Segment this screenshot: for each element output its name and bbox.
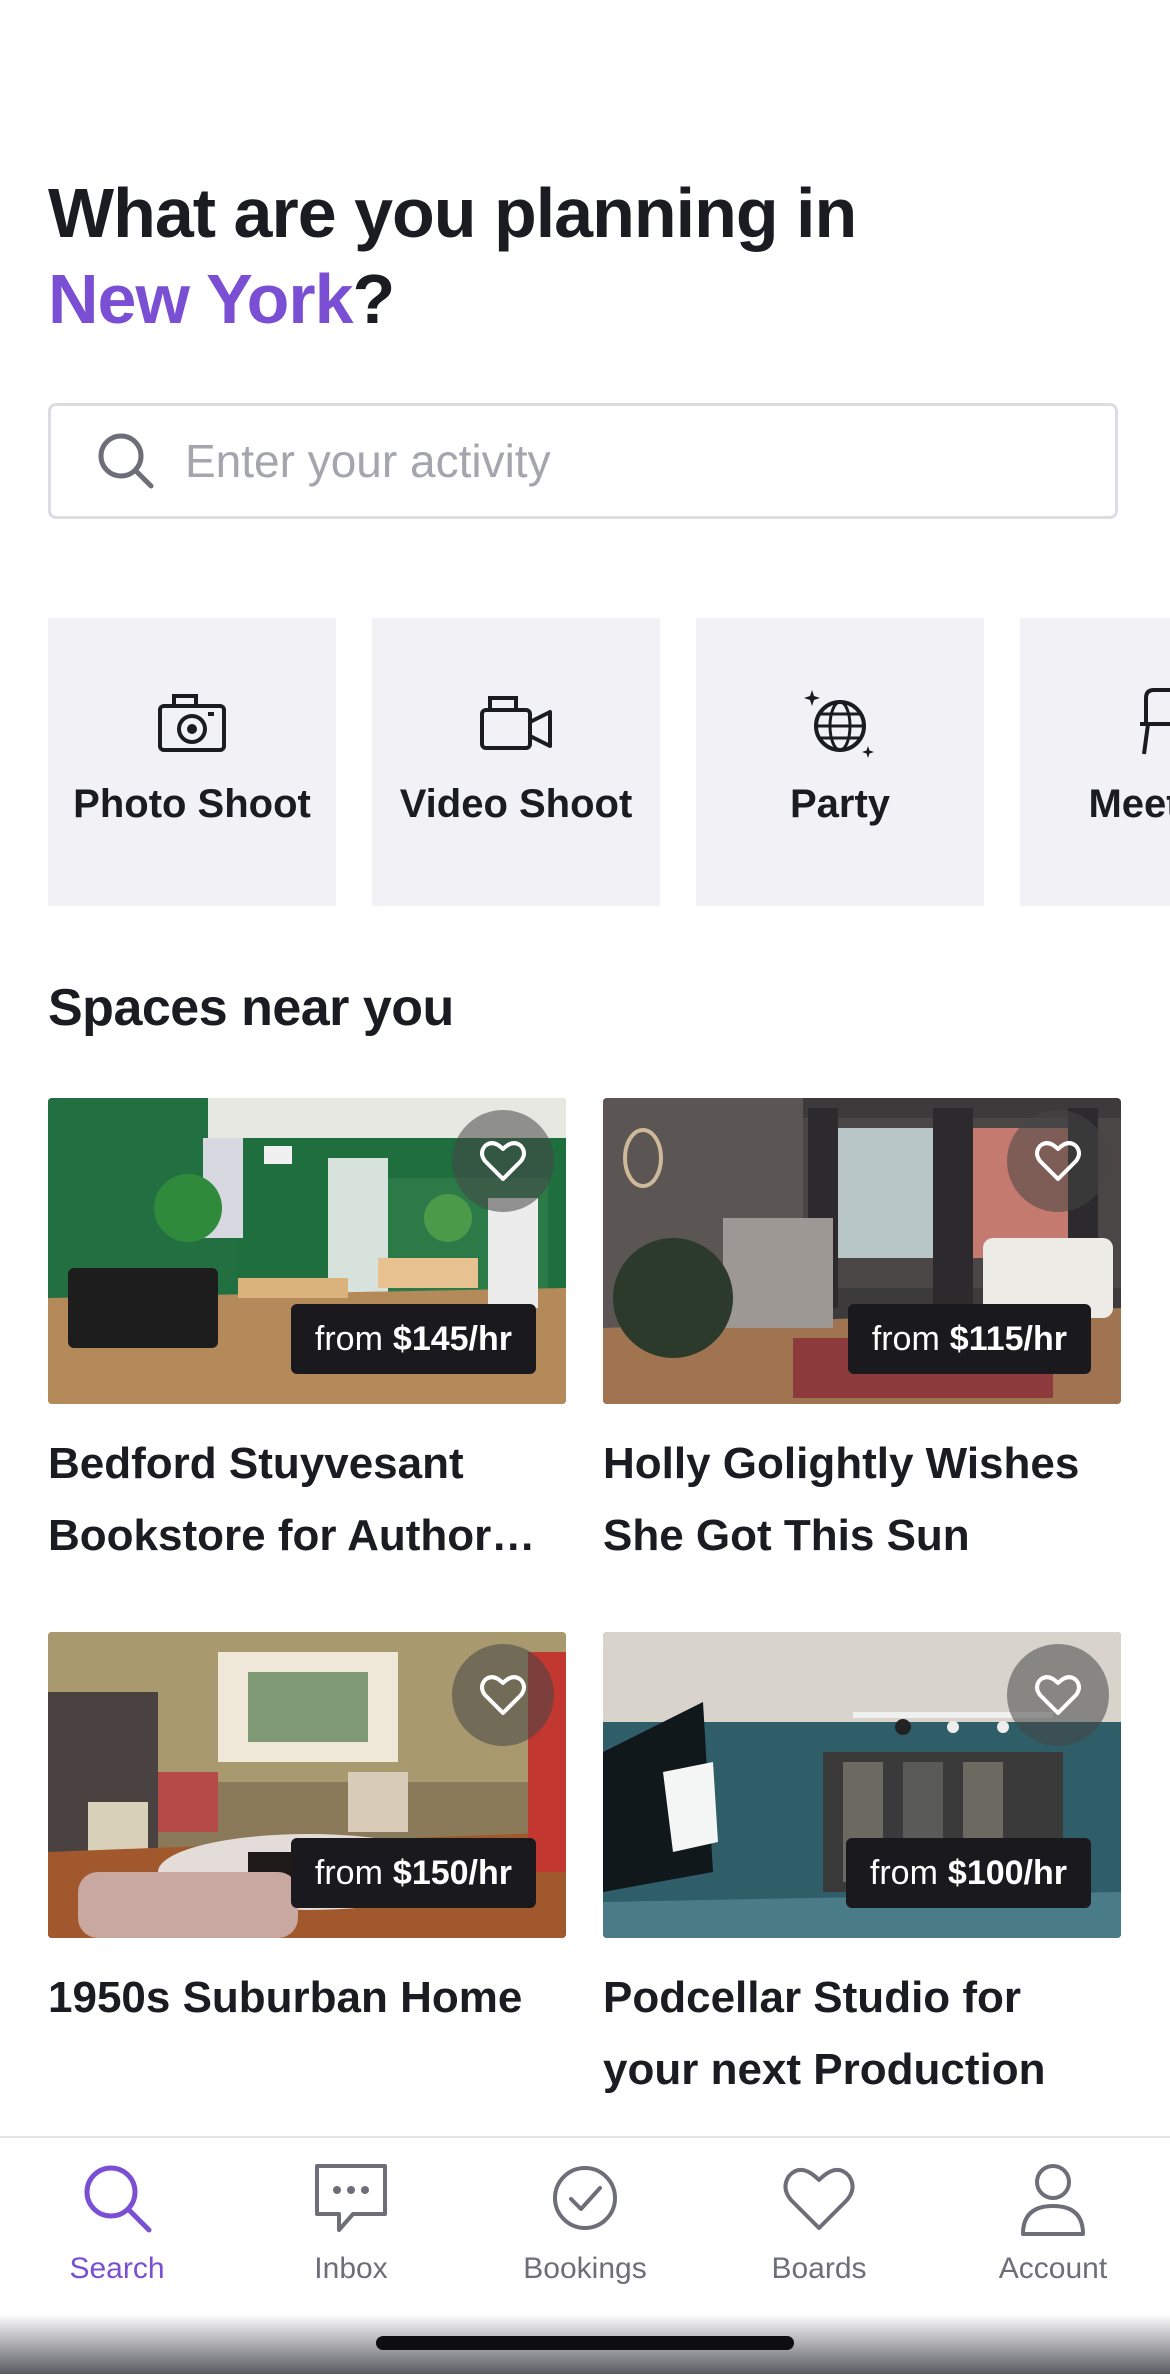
favorite-button[interactable] (452, 1110, 554, 1212)
space-card[interactable]: from $100/hr Podcellar Studio for your ne… (603, 1632, 1121, 2106)
category-party[interactable]: Party (696, 618, 984, 906)
favorite-button[interactable] (1007, 1110, 1109, 1212)
nav-tab-inbox[interactable]: Inbox (234, 2156, 468, 2286)
category-label: Photo Shoot (73, 782, 311, 826)
check-circle-icon (553, 2166, 617, 2230)
nav-tab-boards[interactable]: Boards (702, 2156, 936, 2286)
nav-label: Search (69, 2252, 165, 2285)
category-video-shoot[interactable]: Video Shoot (372, 618, 660, 906)
nav-tab-account[interactable]: Account (936, 2156, 1170, 2286)
heart-icon (480, 1675, 526, 1715)
search-icon (98, 433, 154, 489)
category-label: Meeting (1088, 782, 1170, 826)
space-card[interactable]: from $150/hr 1950s Suburban Home (48, 1632, 566, 2034)
category-label: Video Shoot (399, 782, 633, 826)
space-photo[interactable]: from $145/hr (48, 1098, 566, 1404)
price-tag: from $145/hr (290, 1304, 536, 1374)
heart-icon (783, 2168, 855, 2230)
category-label: Party (789, 782, 891, 826)
nav-label: Account (998, 2252, 1108, 2285)
heart-icon (1035, 1141, 1081, 1181)
disco-ball-icon (804, 690, 874, 758)
chair-icon (1140, 688, 1170, 755)
heart-icon (480, 1141, 526, 1181)
price-tag: from $100/hr (845, 1838, 1091, 1908)
price-prefix: from (871, 1319, 940, 1358)
camera-icon (158, 694, 226, 752)
nav-label: Boards (771, 2252, 867, 2285)
space-card[interactable]: from $145/hr Bedford Stuyvesant Bookstore… (48, 1098, 566, 1572)
price-value: $100/hr (947, 1853, 1067, 1892)
nav-tab-search[interactable]: Search (0, 2156, 234, 2286)
price-prefix: from (314, 1319, 383, 1358)
chat-bubble-icon (315, 2164, 387, 2232)
space-title[interactable]: Podcellar Studio for your next Productio… (603, 1962, 1121, 2106)
heading-line-1: What are you planning in (48, 174, 857, 252)
heading-suffix: ? (352, 260, 396, 338)
nav-label: Inbox (314, 2252, 388, 2285)
person-icon (1021, 2164, 1085, 2236)
search-icon (84, 2165, 152, 2233)
space-card[interactable]: from $115/hr Holly Golightly Wishes She G… (603, 1098, 1121, 1572)
home-indicator[interactable] (376, 2336, 794, 2350)
nav-tab-bookings[interactable]: Bookings (468, 2156, 702, 2286)
page-title: What are you planning in New York? (48, 170, 1048, 342)
price-tag: from $115/hr (847, 1304, 1091, 1374)
favorite-button[interactable] (1007, 1644, 1109, 1746)
price-tag: from $150/hr (290, 1838, 536, 1908)
category-meeting[interactable]: Meeting (1020, 618, 1170, 906)
space-title[interactable]: 1950s Suburban Home (48, 1962, 566, 2034)
activity-search-input[interactable] (183, 433, 1087, 489)
nav-label: Bookings (523, 2252, 647, 2285)
space-photo[interactable]: from $150/hr (48, 1632, 566, 1938)
spaces-section-title: Spaces near you (48, 979, 454, 1037)
category-photo-shoot[interactable]: Photo Shoot (48, 618, 336, 906)
price-value: $150/hr (392, 1853, 512, 1892)
space-photo[interactable]: from $100/hr (603, 1632, 1121, 1938)
activity-search-box[interactable] (48, 403, 1118, 519)
heading-line-2: New York? (48, 256, 1048, 342)
price-value: $145/hr (392, 1319, 512, 1358)
space-photo[interactable]: from $115/hr (603, 1098, 1121, 1404)
category-carousel[interactable]: Photo Shoot Video Shoot Party Meeting (48, 618, 1170, 906)
space-title[interactable]: Bedford Stuyvesant Bookstore for Author … (48, 1428, 566, 1572)
video-camera-icon (480, 696, 552, 750)
price-prefix: from (869, 1853, 938, 1892)
price-value: $115/hr (949, 1319, 1067, 1358)
favorite-button[interactable] (452, 1644, 554, 1746)
city-name[interactable]: New York (48, 260, 354, 338)
price-prefix: from (314, 1853, 383, 1892)
heart-icon (1035, 1675, 1081, 1715)
space-title[interactable]: Holly Golightly Wishes She Got This Sun (603, 1428, 1121, 1572)
